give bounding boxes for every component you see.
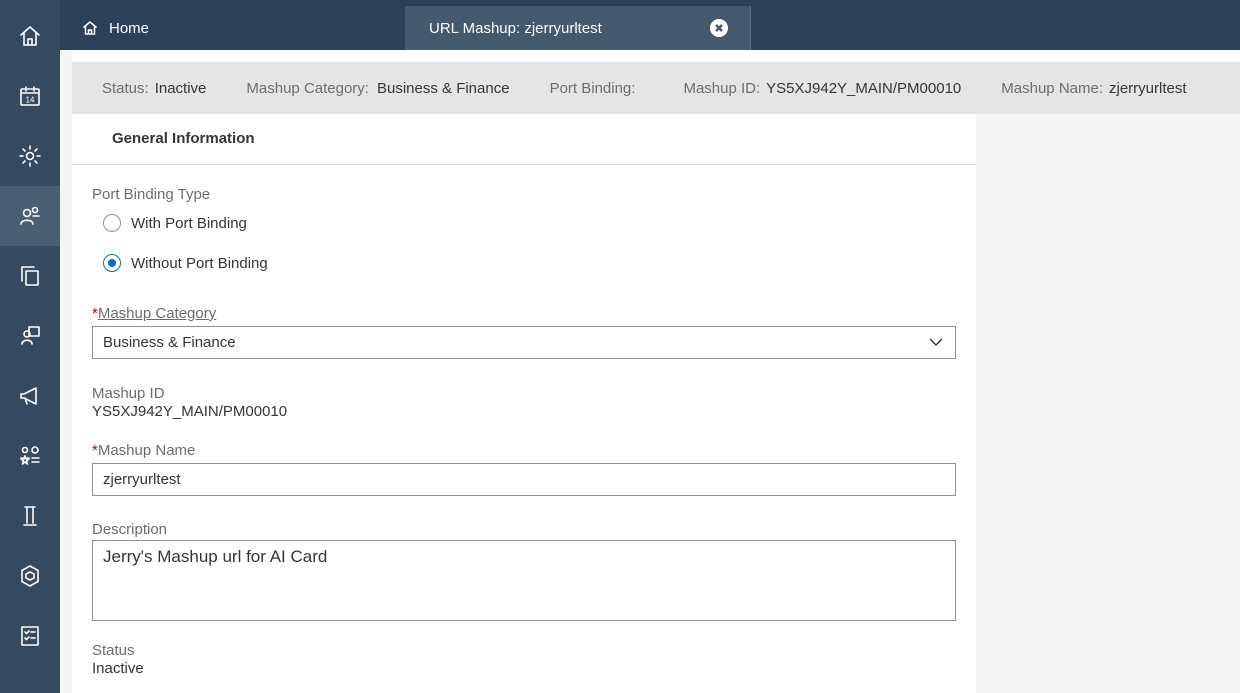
close-icon[interactable] xyxy=(710,19,728,37)
side-panel xyxy=(976,114,1240,693)
package-icon[interactable] xyxy=(0,546,60,606)
status-label: Status xyxy=(92,642,135,659)
header-port-key: Port Binding: xyxy=(549,79,636,97)
mashup-name-field[interactable] xyxy=(92,463,956,496)
header-category-value: Business & Finance xyxy=(376,79,510,97)
calendar-icon[interactable]: 14 xyxy=(0,66,60,126)
settings-icon[interactable] xyxy=(0,126,60,186)
description-textarea[interactable]: Jerry's Mashup url for AI Card xyxy=(93,541,955,620)
mashup-category-label: *Mashup Category xyxy=(92,305,217,322)
tab-home[interactable]: Home xyxy=(60,6,400,50)
header-status-key: Status: xyxy=(102,79,149,97)
header-category-key: Mashup Category: xyxy=(246,79,369,97)
mashup-id-label: Mashup ID xyxy=(92,385,165,402)
mashup-category-select[interactable]: Business & Finance xyxy=(92,326,956,359)
mashup-name-label: *Mashup Name xyxy=(92,442,196,459)
side-navigation: 14 xyxy=(0,0,60,693)
section-title: General Information xyxy=(112,130,255,147)
radio-button-selected[interactable] xyxy=(103,254,121,272)
tab-bar: Home URL Mashup: zjerryurltest xyxy=(60,0,1240,50)
people-icon[interactable] xyxy=(0,306,60,366)
port-binding-type-label: Port Binding Type xyxy=(92,186,211,203)
header-id-key: Mashup ID: xyxy=(683,79,761,97)
ranking-icon[interactable] xyxy=(0,426,60,486)
user-group-icon[interactable] xyxy=(0,186,60,246)
tab-home-label: Home xyxy=(109,19,150,37)
header-name-value: zjerryurltest xyxy=(1109,79,1187,97)
description-label: Description xyxy=(92,521,168,538)
mashup-id-value: YS5XJ942Y_MAIN/PM00010 xyxy=(92,403,288,420)
copy-icon[interactable] xyxy=(0,246,60,306)
megaphone-icon[interactable] xyxy=(0,366,60,426)
radio-button[interactable] xyxy=(103,214,121,232)
mashup-category-value: Business & Finance xyxy=(103,334,236,351)
tab-active-label: URL Mashup: zjerryurltest xyxy=(429,19,602,37)
header-status-value: Inactive xyxy=(154,79,207,97)
calendar-day-text: 14 xyxy=(26,96,35,105)
tab-url-mashup[interactable]: URL Mashup: zjerryurltest xyxy=(405,6,750,50)
content-margin xyxy=(60,50,72,693)
object-header: Status: Inactive Mashup Category: Business… xyxy=(72,62,1240,114)
description-field[interactable]: Jerry's Mashup url for AI Card xyxy=(92,540,956,621)
radio-with-port-binding[interactable]: With Port Binding xyxy=(103,214,247,232)
tower-icon[interactable] xyxy=(0,486,60,546)
tab-divider xyxy=(750,6,751,50)
header-name-key: Mashup Name: xyxy=(1001,79,1103,97)
checklist-icon[interactable] xyxy=(0,606,60,666)
radio-without-port-binding[interactable]: Without Port Binding xyxy=(103,254,268,272)
section-divider xyxy=(72,164,976,165)
home-icon[interactable] xyxy=(0,6,60,66)
header-id-value: YS5XJ942Y_MAIN/PM00010 xyxy=(766,79,962,97)
home-icon xyxy=(83,21,97,35)
chevron-down-icon xyxy=(929,338,943,346)
mashup-name-input[interactable] xyxy=(103,471,955,488)
status-value: Inactive xyxy=(92,660,144,677)
radio-without-label: Without Port Binding xyxy=(131,254,268,272)
radio-with-label: With Port Binding xyxy=(131,214,247,232)
